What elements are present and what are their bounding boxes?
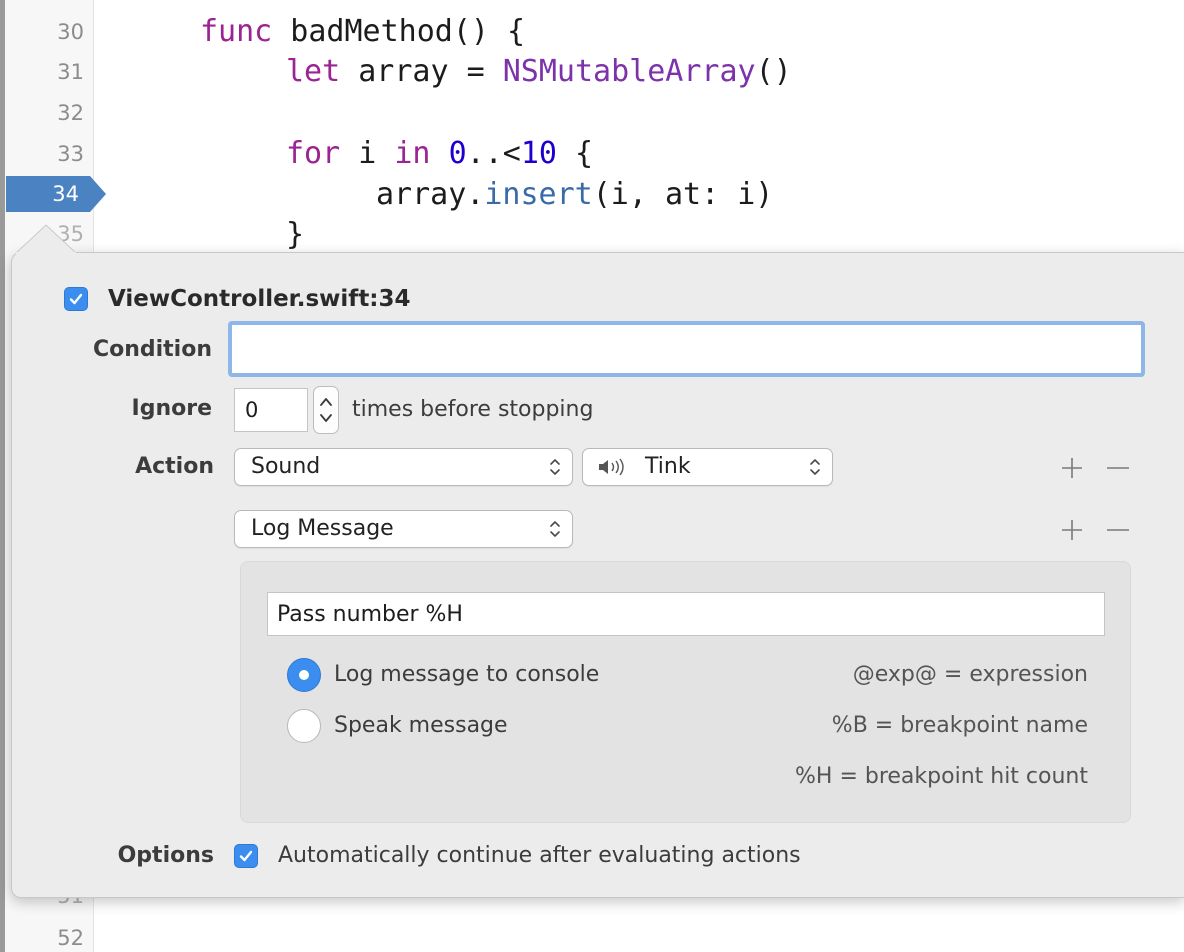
ignore-count-stepper[interactable] [313,386,339,434]
speak-message-radio[interactable] [287,709,321,743]
ignore-count-input[interactable] [234,388,308,432]
number-literal: 0 [448,136,467,171]
action-label: Action [135,454,214,479]
hit-count-hint: %H = breakpoint hit count [795,764,1088,789]
speaker-icon [597,458,627,476]
popover-arrow [16,224,76,254]
ignore-label: Ignore [131,396,212,421]
code-line-30[interactable]: func badMethod() { [200,12,525,52]
action-type-popup[interactable]: Sound [234,448,573,486]
minus-icon [1107,529,1129,531]
code-text: () [755,54,792,89]
add-action-button[interactable] [1060,456,1084,480]
code-text: array. [376,177,485,212]
log-to-console-radio[interactable] [287,658,321,692]
line-number: 31 [57,60,84,84]
code-line-33[interactable]: for i in 0..<10 { [286,134,593,174]
keyword: in [394,136,431,171]
auto-continue-label[interactable]: Automatically continue after evaluating … [278,840,801,872]
keyword: func [200,14,273,49]
code-text: i [340,136,395,171]
action-type-value: Sound [251,454,321,479]
sound-value: Tink [645,454,691,479]
line-number: 32 [57,101,84,125]
ignore-suffix-text: times before stopping [352,397,594,422]
code-text: } [286,217,305,252]
stepper-arrows-icon [320,398,332,422]
breakpoint-name-hint: %B = breakpoint name [831,713,1088,738]
up-down-chevron-icon [548,518,562,540]
remove-action-button[interactable] [1106,456,1130,480]
add-action-button[interactable] [1060,518,1084,542]
minus-icon [1107,467,1129,469]
condition-label: Condition [92,337,212,362]
line-number: 52 [57,926,84,950]
options-label: Options [117,843,214,868]
code-text: (i, at: i) [592,177,774,212]
breakpoint-enabled-checkbox[interactable] [64,287,88,311]
keyword: for [286,136,341,171]
remove-action-button[interactable] [1106,518,1130,542]
breakpoint-line-number: 34 [52,182,79,206]
number-literal: 10 [520,136,557,171]
checkmark-icon [239,850,253,862]
line-number: 30 [57,20,84,44]
class-name: NSMutableArray [502,54,756,89]
xcode-window: 30 31 32 33 35 51 52 34 func badMethod()… [0,0,1184,952]
keyword: let [286,54,341,89]
method-name: insert [484,177,593,212]
plus-icon [1062,520,1082,540]
code-text: badMethod() { [272,14,526,49]
line-number: 33 [57,142,84,166]
checkmark-icon [69,293,83,305]
action-type-popup[interactable]: Log Message [234,510,573,548]
breakpoint-location-title: ViewController.swift:34 [108,286,411,312]
action-type-value: Log Message [251,516,394,541]
up-down-chevron-icon [808,456,822,478]
radio-dot [299,670,309,680]
auto-continue-checkbox[interactable] [234,844,258,868]
sound-popup[interactable]: Tink [582,448,833,486]
code-line-31[interactable]: let array = NSMutableArray() [286,52,792,92]
code-text: ..< [466,136,521,171]
condition-input[interactable] [228,321,1145,377]
up-down-chevron-icon [548,456,562,478]
code-text: { [556,136,594,171]
plus-icon [1062,458,1082,478]
speak-message-label[interactable]: Speak message [334,710,508,742]
code-line-35[interactable]: } [286,215,304,255]
log-to-console-label[interactable]: Log message to console [334,659,599,691]
code-line-34[interactable]: array.insert(i, at: i) [376,175,773,215]
log-message-input[interactable] [267,592,1105,636]
expression-hint: @exp@ = expression [852,662,1088,687]
code-text: array = [340,54,503,89]
